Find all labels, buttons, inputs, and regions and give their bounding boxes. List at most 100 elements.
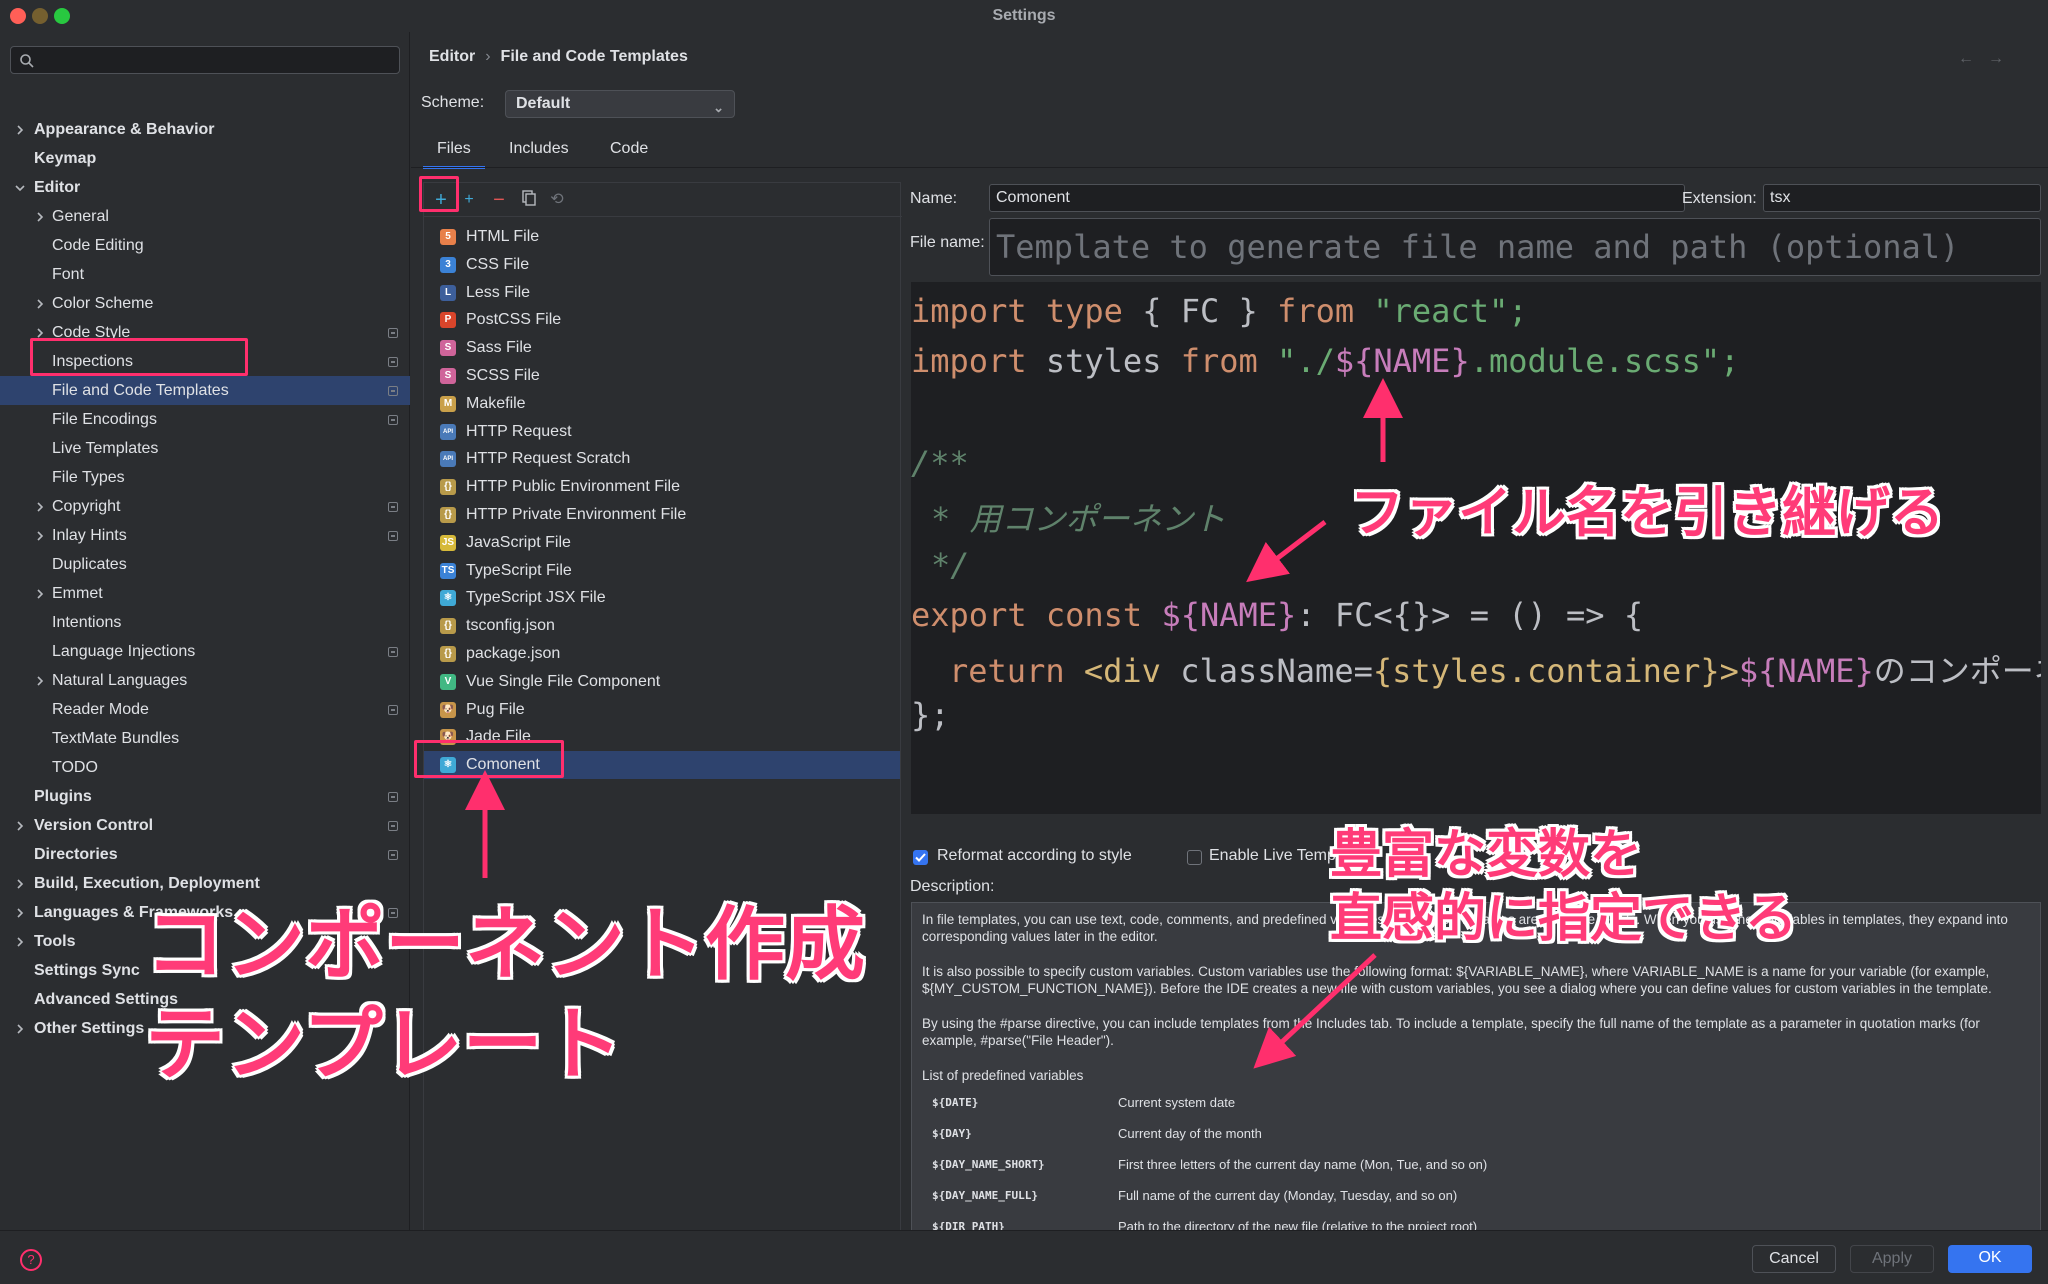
help-icon[interactable]: ? xyxy=(20,1249,42,1271)
back-arrow-icon[interactable]: ← xyxy=(1958,50,1988,67)
breadcrumb-parent[interactable]: Editor xyxy=(429,48,475,65)
history-arrows: ←→ xyxy=(1958,50,2018,68)
chevron-right-icon[interactable] xyxy=(14,936,26,948)
ok-button[interactable]: OK xyxy=(1948,1245,2032,1273)
sidebar-item-intentions[interactable]: Intentions xyxy=(0,608,410,637)
sidebar-item-file-and-code-templates[interactable]: File and Code Templates xyxy=(0,376,410,405)
name-field[interactable]: Comonent xyxy=(989,184,1685,212)
sidebar-item-textmate-bundles[interactable]: TextMate Bundles xyxy=(0,724,410,753)
scheme-select[interactable]: Default ⌄ xyxy=(505,90,735,118)
scheme-label: Scheme: xyxy=(421,94,485,111)
postcss-icon: P xyxy=(440,312,456,329)
template-code-editor[interactable]: import type { FC } from "react"; import … xyxy=(911,282,2041,814)
annotation-component-line1: コンポーネント作成 xyxy=(145,900,865,989)
add-child-template-icon[interactable]: + xyxy=(458,189,480,211)
sidebar-item-plugins[interactable]: Plugins xyxy=(0,782,410,811)
sidebar-item-label: Other Settings xyxy=(34,1020,145,1037)
sidebar-item-file-encodings[interactable]: File Encodings xyxy=(0,405,410,434)
description-paragraph-3: By using the #parse directive, you can i… xyxy=(922,1016,1980,1048)
variables-list-title: List of predefined variables xyxy=(922,1068,1084,1083)
template-item[interactable]: S Sass File xyxy=(424,334,900,362)
name-label: Name: xyxy=(910,190,958,207)
tab-files[interactable]: Files xyxy=(423,132,485,169)
template-item[interactable]: 3 CSS File xyxy=(424,251,900,279)
sidebar-item-general[interactable]: General xyxy=(0,202,410,231)
chevron-right-icon[interactable] xyxy=(14,907,26,919)
settings-search-input[interactable] xyxy=(10,46,400,74)
apply-button[interactable]: Apply xyxy=(1850,1245,1934,1273)
template-item-label: Sass File xyxy=(466,339,532,357)
template-item[interactable]: 🐶 Pug File xyxy=(424,696,900,724)
chevron-right-icon[interactable] xyxy=(34,211,46,223)
tab-code[interactable]: Code xyxy=(596,132,662,166)
sidebar-item-directories[interactable]: Directories xyxy=(0,840,410,869)
sidebar-item-keymap[interactable]: Keymap xyxy=(0,144,410,173)
project-scope-icon xyxy=(388,705,398,715)
template-item[interactable]: V Vue Single File Component xyxy=(424,668,900,696)
template-item[interactable]: 5 HTML File xyxy=(424,223,900,251)
reformat-label[interactable]: Reformat according to style xyxy=(937,847,1132,865)
sass-icon: S xyxy=(440,340,456,357)
filename-field[interactable]: Template to generate file name and path … xyxy=(989,218,2041,276)
chevron-right-icon[interactable] xyxy=(14,1023,26,1035)
chevron-right-icon[interactable] xyxy=(34,588,46,600)
sidebar-item-editor[interactable]: Editor xyxy=(0,173,410,202)
sidebar-item-file-types[interactable]: File Types xyxy=(0,463,410,492)
template-item[interactable]: {} package.json xyxy=(424,640,900,668)
sidebar-item-copyright[interactable]: Copyright xyxy=(0,492,410,521)
close-window-button[interactable] xyxy=(10,8,26,24)
chevron-right-icon[interactable] xyxy=(14,124,26,136)
reset-template-icon[interactable]: ⟲ xyxy=(546,189,568,211)
template-item[interactable]: P PostCSS File xyxy=(424,306,900,334)
sidebar-item-todo[interactable]: TODO xyxy=(0,753,410,782)
chevron-right-icon[interactable] xyxy=(34,298,46,310)
sidebar-item-label: General xyxy=(52,208,109,225)
template-item[interactable]: {} HTTP Private Environment File xyxy=(424,501,900,529)
cancel-button[interactable]: Cancel xyxy=(1752,1245,1836,1273)
minimize-window-button[interactable] xyxy=(32,8,48,24)
template-item[interactable]: L Less File xyxy=(424,279,900,307)
template-item[interactable]: S SCSS File xyxy=(424,362,900,390)
template-item-label: HTTP Private Environment File xyxy=(466,506,687,523)
reformat-checkbox[interactable] xyxy=(913,850,928,865)
project-scope-icon xyxy=(388,415,398,425)
sidebar-item-code-editing[interactable]: Code Editing xyxy=(0,231,410,260)
sidebar-item-emmet[interactable]: Emmet xyxy=(0,579,410,608)
checkmark-icon xyxy=(915,853,926,862)
sidebar-item-reader-mode[interactable]: Reader Mode xyxy=(0,695,410,724)
sidebar-item-label: Natural Languages xyxy=(52,672,188,689)
sidebar-item-inlay-hints[interactable]: Inlay Hints xyxy=(0,521,410,550)
template-item[interactable]: {} HTTP Public Environment File xyxy=(424,473,900,501)
template-item[interactable]: ⚛ TypeScript JSX File xyxy=(424,584,900,612)
sidebar-item-duplicates[interactable]: Duplicates xyxy=(0,550,410,579)
extension-field[interactable]: tsx xyxy=(1763,184,2041,212)
chevron-right-icon[interactable] xyxy=(14,820,26,832)
template-item[interactable]: API HTTP Request xyxy=(424,418,900,446)
chevron-down-icon[interactable] xyxy=(14,182,26,194)
template-item[interactable]: API HTTP Request Scratch xyxy=(424,445,900,473)
live-templates-checkbox[interactable] xyxy=(1187,850,1202,865)
chevron-right-icon[interactable] xyxy=(34,501,46,513)
sidebar-item-font[interactable]: Font xyxy=(0,260,410,289)
zoom-window-button[interactable] xyxy=(54,8,70,24)
copy-template-icon[interactable] xyxy=(518,189,540,211)
template-item[interactable]: M Makefile xyxy=(424,390,900,418)
sidebar-item-label: Tools xyxy=(34,933,76,950)
sidebar-item-appearance-behavior[interactable]: Appearance & Behavior xyxy=(0,115,410,144)
template-item[interactable]: {} tsconfig.json xyxy=(424,612,900,640)
sidebar-item-version-control[interactable]: Version Control xyxy=(0,811,410,840)
chevron-right-icon[interactable] xyxy=(34,675,46,687)
sidebar-item-natural-languages[interactable]: Natural Languages xyxy=(0,666,410,695)
chevron-right-icon[interactable] xyxy=(14,878,26,890)
sidebar-item-language-injections[interactable]: Language Injections xyxy=(0,637,410,666)
http-request-icon: API xyxy=(440,423,456,440)
sidebar-item-live-templates[interactable]: Live Templates xyxy=(0,434,410,463)
template-item[interactable]: TS TypeScript File xyxy=(424,557,900,585)
tab-includes[interactable]: Includes xyxy=(495,132,583,166)
remove-template-icon[interactable]: − xyxy=(488,189,510,211)
forward-arrow-icon[interactable]: → xyxy=(1988,50,2018,67)
sidebar-item-label: TextMate Bundles xyxy=(52,730,180,747)
template-item[interactable]: JS JavaScript File xyxy=(424,529,900,557)
chevron-right-icon[interactable] xyxy=(34,530,46,542)
sidebar-item-color-scheme[interactable]: Color Scheme xyxy=(0,289,410,318)
